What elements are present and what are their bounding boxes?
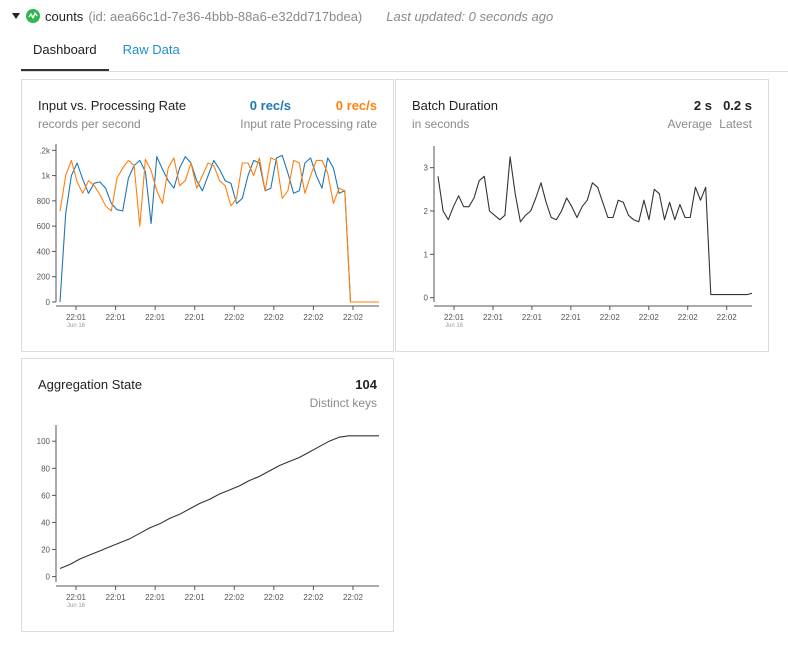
last-updated: Last updated: 0 seconds ago [386, 8, 554, 24]
x-tick-label: 22:02 [264, 313, 285, 322]
x-axis-date-label: Jun 16 [445, 323, 464, 329]
y-tick-label: 60 [41, 491, 50, 500]
series-line-1 [59, 157, 379, 303]
batch-duration-panel: Batch Duration in seconds 2 s Average 0.… [395, 79, 769, 352]
x-tick-label: 22:01 [185, 313, 206, 322]
y-tick-label: 800 [37, 197, 51, 206]
stream-name: counts [45, 8, 84, 24]
y-tick-label: 0 [46, 573, 51, 582]
batch-duration-chart: 3 2 1 0 22:01 22:01 22:01 22:01 22:02 22:02 22:02 2… [424, 146, 753, 329]
x-tick-label: 22:02 [717, 313, 738, 322]
y-tick-label: 600 [37, 222, 51, 231]
x-tick-label: 22:02 [639, 313, 660, 322]
x-tick-label: 22:02 [343, 313, 364, 322]
y-tick-label: 100 [37, 437, 51, 446]
y-tick-label: 0 [424, 294, 429, 303]
x-tick-label: 22:01 [66, 593, 87, 602]
stream-id: (id: aea66c1d-7e36-4bbb-88a6-e32dd717bde… [88, 8, 363, 24]
y-tick-label: 40 [41, 518, 50, 527]
x-tick-label: 22:02 [224, 593, 245, 602]
y-tick-label: 1 [424, 250, 429, 259]
x-axis-date-label: Jun 16 [67, 603, 86, 609]
y-tick-label: 200 [37, 273, 51, 282]
x-tick-label: 22:02 [343, 593, 364, 602]
x-tick-label: 22:02 [600, 313, 621, 322]
x-tick-label: 22:01 [145, 313, 166, 322]
x-tick-label: 22:01 [483, 313, 504, 322]
y-tick-label: 2 [424, 207, 429, 216]
x-tick-label: 22:02 [224, 313, 245, 322]
input-processing-chart: .2k 1k 800 600 400 200 0 22:01 22:01 22:01 22:01 22… [37, 144, 379, 329]
x-tick-label: 22:01 [185, 593, 206, 602]
input-vs-processing-panel: Input vs. Processing Rate records per se… [21, 79, 394, 352]
x-tick-label: 22:01 [145, 593, 166, 602]
y-tick-label: 0 [46, 298, 51, 307]
aggregation-state-chart: 100 80 60 40 20 0 22:01 22:01 22:01 22:01 22:02 22:… [37, 425, 379, 609]
series-line-0 [59, 435, 379, 570]
x-tick-label: 22:01 [106, 313, 127, 322]
x-tick-label: 22:02 [303, 593, 324, 602]
y-tick-label: .2k [39, 146, 51, 155]
tab-dashboard[interactable]: Dashboard [21, 38, 109, 72]
x-tick-label: 22:01 [66, 313, 87, 322]
x-tick-label: 22:01 [106, 593, 127, 602]
collapse-caret-icon[interactable] [12, 13, 20, 19]
series-line-0 [59, 154, 379, 303]
tab-divider [21, 71, 788, 72]
series-line-0 [437, 156, 753, 296]
x-tick-label: 22:02 [303, 313, 324, 322]
status-active-icon [26, 9, 40, 23]
y-tick-label: 1k [42, 172, 51, 181]
x-tick-label: 22:01 [522, 313, 543, 322]
y-tick-label: 400 [37, 247, 51, 256]
y-tick-label: 80 [41, 464, 50, 473]
x-tick-label: 22:02 [264, 593, 285, 602]
tab-raw-data[interactable]: Raw Data [111, 38, 192, 72]
x-tick-label: 22:01 [444, 313, 465, 322]
tab-bar: Dashboard Raw Data [21, 38, 192, 72]
x-tick-label: 22:02 [678, 313, 699, 322]
x-axis-date-label: Jun 16 [67, 323, 86, 329]
stream-header: counts (id: aea66c1d-7e36-4bbb-88a6-e32d… [12, 7, 553, 25]
y-tick-label: 3 [424, 164, 429, 173]
y-tick-label: 20 [41, 546, 50, 555]
aggregation-state-panel: Aggregation State 104 Distinct keys 100 8… [21, 358, 394, 632]
x-tick-label: 22:01 [561, 313, 582, 322]
